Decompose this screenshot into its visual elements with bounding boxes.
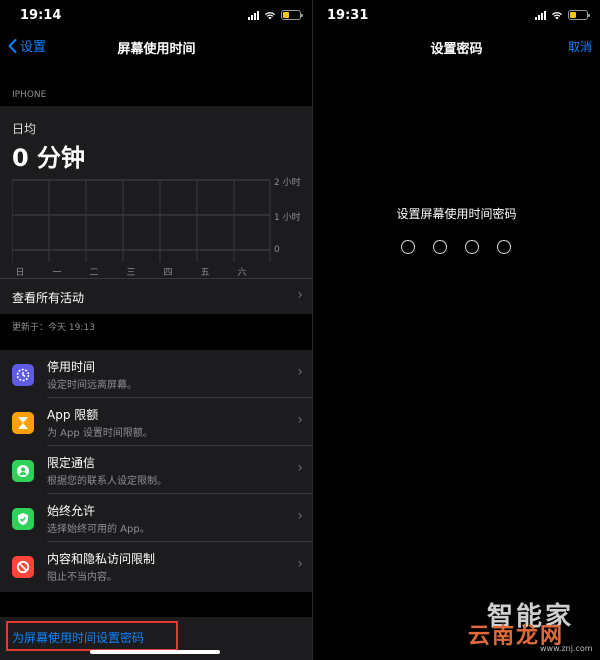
signal-icon [248,10,259,20]
battery-icon [281,10,303,20]
always-allowed-row[interactable]: 始终允许 选择始终可用的 App。 › [0,494,313,542]
chevron-right-icon: › [297,460,303,476]
y-axis-label-max: 2 小时 [274,178,301,188]
chevron-right-icon: › [297,287,303,303]
chevron-right-icon: › [297,556,303,572]
checkmark-shield-icon [12,508,34,530]
set-passcode-screen: 19:31 设置密码 取消 设置屏幕使用时间密码 [313,0,600,660]
daily-average-value: 0 分钟 [12,144,86,172]
wifi-icon [551,11,563,19]
see-all-activity-row[interactable]: 查看所有活动 › [0,278,313,314]
usage-chart: 2 小时 1 小时 0 日 一 二 三 四 五 六 [12,178,302,278]
always-allowed-title: 始终允许 [47,504,96,518]
usage-chart-grid [12,179,271,262]
usage-card: 日均 0 分钟 2 小时 1 小时 0 日 一 二 三 四 五 六 查看所有活动… [0,106,313,314]
chevron-right-icon: › [297,364,303,380]
home-indicator [90,650,220,654]
restriction-icon [12,556,34,578]
passcode-dots[interactable] [401,240,511,254]
status-bar: 19:31 [313,0,600,30]
status-icons [248,10,303,20]
see-all-activity-label: 查看所有活动 [12,291,85,305]
watermark-url: www.znj.com [540,644,593,653]
set-passcode-link[interactable]: 为屏幕使用时间设置密码 [6,621,178,651]
y-axis-label-mid: 1 小时 [274,213,301,223]
page-title: 屏幕使用时间 [117,42,196,57]
hourglass-icon [12,412,34,434]
contact-icon [12,460,34,482]
content-privacy-row[interactable]: 内容和隐私访问限制 阻止不当内容。 › [0,542,313,590]
wifi-icon [264,11,276,19]
y-axis-label-zero: 0 [274,245,280,255]
page-title: 设置密码 [430,42,483,57]
passcode-prompt: 设置屏幕使用时间密码 [396,207,517,221]
section-header: IPHONE [12,90,47,100]
app-limits-title: App 限额 [47,408,99,422]
communication-limits-row[interactable]: 限定通信 根据您的联系人设定限制。 › [0,446,313,494]
status-bar: 19:14 [0,0,313,30]
day-label: 日 [15,268,25,278]
content-privacy-subtitle: 阻止不当内容。 [47,572,117,583]
battery-icon [568,10,590,20]
passcode-dot [433,240,447,254]
status-time: 19:31 [327,8,369,23]
downtime-row[interactable]: 停用时间 设定时间远离屏幕。 › [0,350,313,398]
downtime-subtitle: 设定时间远离屏幕。 [47,380,137,391]
passcode-dot [465,240,479,254]
passcode-dot [401,240,415,254]
content-privacy-title: 内容和隐私访问限制 [47,552,156,566]
communication-limits-subtitle: 根据您的联系人设定限制。 [47,476,167,487]
nav-bar: 设置 屏幕使用时间 [0,30,313,64]
cancel-button[interactable]: 取消 [568,38,592,55]
status-icons [535,10,590,20]
feature-list: 停用时间 设定时间远离屏幕。 › App 限额 为 App 设置时间限额。 › … [0,350,313,592]
daily-average-label: 日均 [12,122,37,136]
status-time: 19:14 [20,8,62,23]
communication-limits-title: 限定通信 [47,456,96,470]
chevron-right-icon: › [297,412,303,428]
app-limits-row[interactable]: App 限额 为 App 设置时间限额。 › [0,398,313,446]
day-label: 四 [163,268,173,278]
screen-time-settings-screen: 19:14 设置 屏幕使用时间 IPHONE 日均 0 分钟 2 小时 1 小时… [0,0,313,660]
app-limits-subtitle: 为 App 设置时间限额。 [47,428,153,439]
updated-timestamp: 更新于：今天 19:13 [12,323,95,333]
day-label: 二 [89,268,99,278]
signal-icon [535,10,546,20]
day-label: 三 [126,268,136,278]
nav-bar: 设置密码 取消 [313,30,600,64]
downtime-title: 停用时间 [47,360,96,374]
always-allowed-subtitle: 选择始终可用的 App。 [47,524,150,535]
chevron-right-icon: › [297,508,303,524]
day-label: 五 [200,268,210,278]
passcode-dot [497,240,511,254]
downtime-icon [12,364,34,386]
day-label: 六 [237,268,247,278]
day-label: 一 [52,268,62,278]
